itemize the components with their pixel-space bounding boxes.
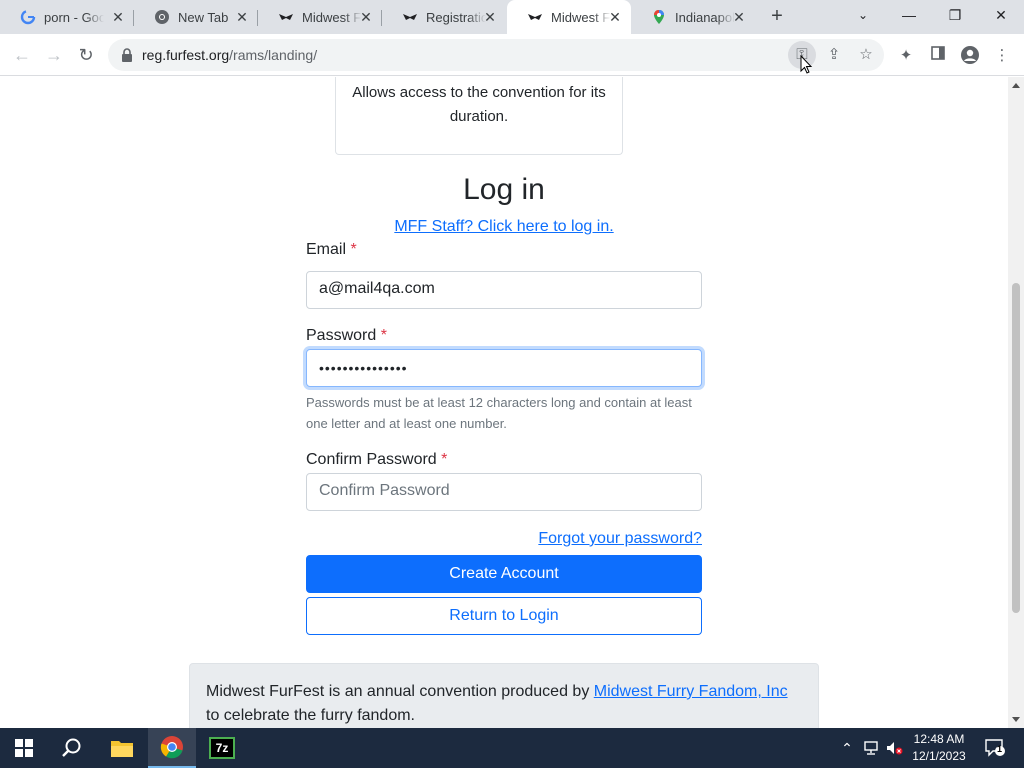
google-icon (20, 9, 36, 25)
tab-google-search[interactable]: porn - Goo ✕ (0, 0, 134, 34)
close-tab-icon[interactable]: ✕ (731, 9, 747, 25)
back-arrow-icon[interactable]: ← (10, 43, 34, 67)
required-marker: * (441, 451, 448, 468)
close-tab-icon[interactable]: ✕ (110, 9, 126, 25)
browser-toolbar: ← → ↻ reg.furfest.org/rams/landing/ ⚿ ⇪ … (0, 34, 1024, 76)
restore-button[interactable]: ❐ (932, 0, 978, 30)
tab-title: Midwest Fu (302, 9, 362, 25)
tab-midwest-furfest[interactable]: Midwest Fu ✕ (258, 0, 382, 34)
email-field[interactable]: a@mail4qa.com (306, 271, 702, 309)
extensions-puzzle-icon[interactable]: ✦ (895, 45, 917, 67)
maps-pin-icon (651, 9, 667, 25)
profile-avatar-icon[interactable] (959, 45, 981, 67)
mff-icon (402, 9, 418, 25)
side-panel-icon[interactable] (927, 45, 949, 67)
url-text[interactable]: reg.furfest.org/rams/landing/ (142, 47, 317, 63)
clock-date: 12/1/2023 (912, 749, 966, 763)
file-explorer-icon[interactable] (98, 728, 146, 768)
show-hidden-icons-chevron-icon[interactable]: ⌃ (836, 728, 858, 768)
tab-title: New Tab (178, 9, 229, 25)
staff-login-link[interactable]: MFF Staff? Click here to log in. (304, 218, 704, 236)
tab-registration[interactable]: Registratio ✕ (382, 0, 506, 34)
tab-title: Registratio (426, 9, 486, 25)
chrome-icon (154, 9, 170, 25)
confirm-password-label: Confirm Password * (306, 451, 448, 468)
password-field[interactable]: ••••••••••••••• (306, 349, 702, 387)
footer-about: Midwest FurFest is an annual convention … (189, 663, 819, 728)
close-tab-icon[interactable]: ✕ (482, 9, 498, 25)
mff-inc-link[interactable]: Midwest Furry Fandom, Inc (594, 683, 788, 700)
volume-muted-icon[interactable] (884, 728, 906, 768)
mff-icon (527, 9, 543, 25)
scroll-down-arrow-icon[interactable] (1012, 717, 1020, 722)
windows-start-icon[interactable] (0, 728, 48, 768)
ticket-description: Allows access to the convention for its … (352, 84, 606, 125)
page-viewport: Allows access to the convention for its … (0, 77, 1008, 728)
tab-search-chevron-icon[interactable]: ⌄ (840, 0, 886, 30)
clock-time: 12:48 AM (913, 732, 965, 746)
email-label: Email * (306, 241, 357, 258)
system-clock[interactable]: 12:48 AM 12/1/2023 (904, 731, 974, 765)
forward-arrow-icon[interactable]: → (42, 43, 66, 67)
page-scrollbar[interactable] (1008, 77, 1024, 728)
tab-midwest-furfest-active[interactable]: Midwest Fu ✕ (507, 0, 631, 34)
confirm-password-field[interactable]: Confirm Password (306, 473, 702, 511)
chrome-taskbar-icon[interactable] (148, 728, 196, 768)
7zip-icon[interactable]: 7z (198, 728, 246, 768)
create-account-button[interactable]: Create Account (306, 555, 702, 593)
page-title: Log in (463, 173, 545, 206)
tab-new-tab[interactable]: New Tab ✕ (134, 0, 258, 34)
close-tab-icon[interactable]: ✕ (607, 9, 623, 25)
notification-center-icon[interactable]: 1 (980, 728, 1010, 768)
bookmark-star-icon[interactable]: ☆ (856, 45, 876, 65)
chrome-menu-icon[interactable]: ⋮ (991, 45, 1013, 67)
tab-title: porn - Goo (44, 9, 104, 25)
tab-title: Indianapoli (675, 9, 735, 25)
tab-title: Midwest Fu (551, 9, 611, 25)
required-marker: * (380, 327, 387, 344)
tab-indianapolis-maps[interactable]: Indianapoli ✕ (631, 0, 755, 34)
close-tab-icon[interactable]: ✕ (358, 9, 374, 25)
address-bar[interactable]: reg.furfest.org/rams/landing/ ⚿ ⇪ ☆ (108, 39, 884, 71)
mff-icon (278, 9, 294, 25)
forgot-password-link[interactable]: Forgot your password? (306, 530, 702, 548)
scrollbar-thumb[interactable] (1012, 283, 1020, 613)
return-to-login-button[interactable]: Return to Login (306, 597, 702, 635)
network-icon[interactable] (860, 728, 882, 768)
minimize-button[interactable]: — (886, 0, 932, 30)
close-window-button[interactable]: ✕ (978, 0, 1024, 30)
ticket-description-card: Allows access to the convention for its … (335, 77, 623, 155)
confirm-password-placeholder: Confirm Password (319, 482, 450, 499)
mouse-cursor-icon (800, 55, 813, 74)
notification-count-badge: 1 (997, 744, 1003, 754)
close-tab-icon[interactable]: ✕ (234, 9, 250, 25)
required-marker: * (350, 241, 357, 258)
search-icon[interactable] (48, 728, 96, 768)
windows-taskbar: 7z ⌃ 12:48 AM 12/1/2023 1 (0, 728, 1024, 768)
reload-icon[interactable]: ↻ (74, 43, 98, 67)
share-icon[interactable]: ⇪ (824, 45, 844, 65)
password-help-text: Passwords must be at least 12 characters… (306, 395, 692, 431)
password-label: Password * (306, 327, 387, 344)
scroll-up-arrow-icon[interactable] (1012, 83, 1020, 88)
new-tab-button[interactable]: + (766, 6, 788, 28)
lock-icon[interactable] (120, 47, 134, 63)
tab-strip: porn - Goo ✕ New Tab ✕ Midwest Fu ✕ Regi… (0, 0, 1024, 34)
